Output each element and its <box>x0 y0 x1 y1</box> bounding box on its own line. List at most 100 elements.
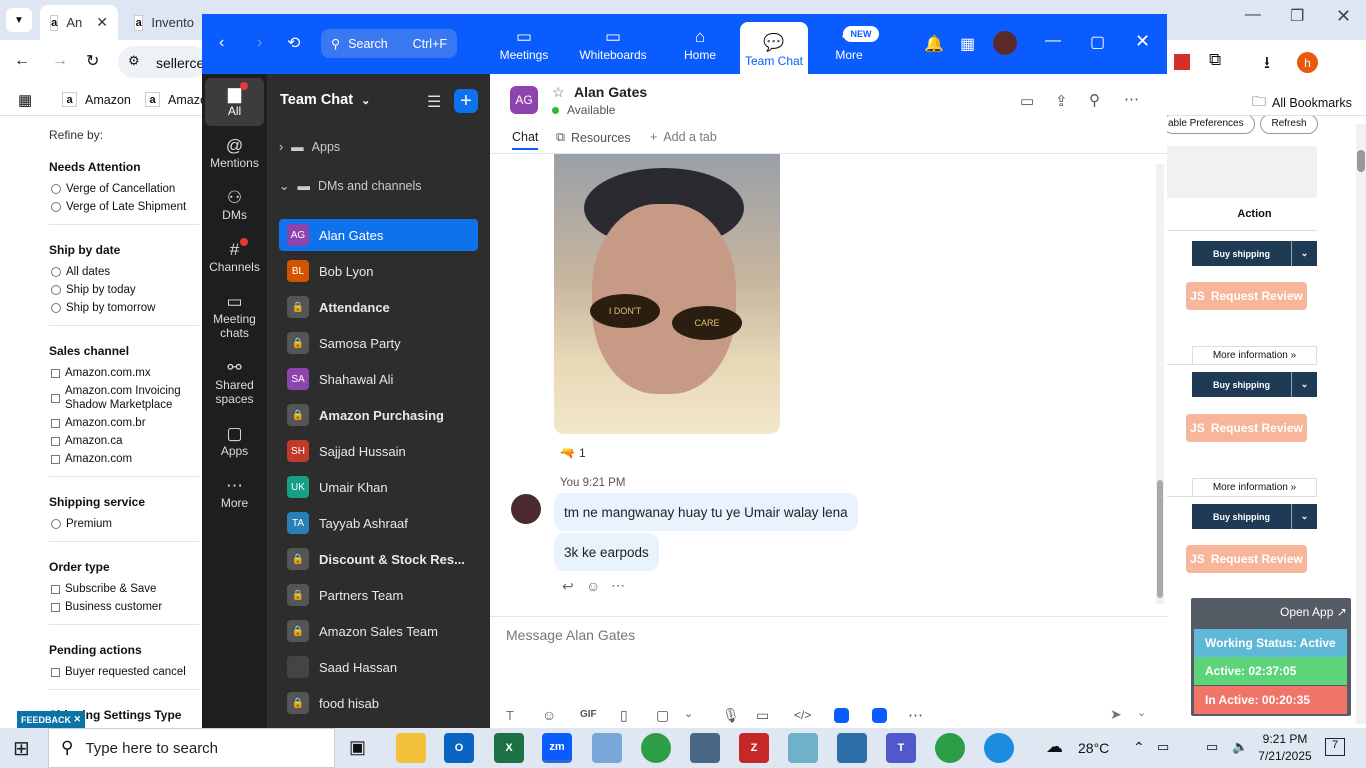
site-info-icon[interactable]: ⚙ <box>128 53 140 69</box>
checkbox[interactable] <box>51 436 60 446</box>
more-options-icon[interactable]: ⋯ <box>1124 90 1139 108</box>
close-tab-icon[interactable]: ✕ <box>96 14 108 31</box>
app-icon[interactable] <box>834 708 849 723</box>
tab-resources[interactable]: ⧉ Resources <box>556 130 631 145</box>
restore-window-icon[interactable]: ❐ <box>1290 6 1304 26</box>
notifications-bell-icon[interactable]: 🔔 <box>924 34 944 54</box>
feedback-button[interactable]: FEEDBACK ✕ <box>17 711 85 728</box>
rail-all[interactable]: ▆ All <box>205 78 264 126</box>
refine-option[interactable]: Ship by tomorrow <box>51 301 202 315</box>
contact-name[interactable]: Alan Gates <box>574 84 647 100</box>
more-information-button[interactable]: More information » <box>1192 346 1317 365</box>
calculator-icon[interactable] <box>690 733 720 763</box>
minimize-icon[interactable]: — <box>1045 32 1061 50</box>
checkbox[interactable] <box>51 584 60 594</box>
rail-more[interactable]: ⋯ More <box>205 476 264 510</box>
chrome-profile-icon[interactable] <box>935 733 965 763</box>
request-review-button[interactable]: JS Request Review <box>1186 282 1307 310</box>
screenshot-icon[interactable]: ▢ <box>656 707 669 724</box>
nav-meetings[interactable]: ▭ Meetings <box>494 14 554 74</box>
chevron-up-icon[interactable]: ⌃ <box>1133 739 1145 756</box>
app-icon[interactable] <box>837 733 867 763</box>
contact-list-item[interactable]: SH Sajjad Hussain <box>279 435 478 467</box>
checkbox[interactable] <box>51 602 60 612</box>
radio-button[interactable] <box>51 184 61 194</box>
rail-apps[interactable]: ▢ Apps <box>205 424 264 458</box>
more-actions-icon[interactable]: ⋯ <box>611 577 625 594</box>
emoji-icon[interactable]: ☺ <box>542 707 556 723</box>
refine-option[interactable]: Amazon.com <box>51 452 202 466</box>
buy-shipping-button[interactable]: Buy shipping ⌄ <box>1192 372 1317 397</box>
app-icon[interactable] <box>592 733 622 763</box>
history-icon[interactable]: ⟲ <box>287 33 300 53</box>
calendar-icon[interactable]: ▦ <box>960 34 975 54</box>
buy-shipping-button[interactable]: Buy shipping ⌄ <box>1192 241 1317 266</box>
refine-option[interactable]: Amazon.com.br <box>51 416 202 430</box>
refresh-button[interactable]: Refresh <box>1260 116 1318 134</box>
minimize-window-icon[interactable]: — <box>1245 6 1261 24</box>
gif-button[interactable]: GIF <box>580 709 597 720</box>
nav-home[interactable]: ⌂ Home <box>672 14 728 74</box>
chevron-down-icon[interactable]: ⌄ <box>1291 241 1317 266</box>
radio-button[interactable] <box>51 202 61 212</box>
checkbox[interactable] <box>51 393 60 403</box>
rail-mentions[interactable]: @ Mentions <box>205 136 264 170</box>
video-message-icon[interactable]: ▭ <box>756 707 769 724</box>
contact-list-item[interactable]: AG Alan Gates <box>279 219 478 251</box>
checkbox[interactable] <box>51 667 60 677</box>
reload-icon[interactable]: ↻ <box>86 51 99 71</box>
open-app-link[interactable]: Open App ↗ <box>1280 605 1347 619</box>
shared-image[interactable]: I DON'T CARE <box>554 154 780 434</box>
buy-shipping-button[interactable]: Buy shipping ⌄ <box>1192 504 1317 529</box>
refine-option[interactable]: Verge of Cancellation <box>51 182 202 196</box>
refine-option[interactable]: Amazon.com Invoicing Shadow Marketplace <box>51 384 202 412</box>
my-avatar[interactable] <box>511 494 541 524</box>
chat-scrollbar[interactable] <box>1156 164 1164 604</box>
excel-icon[interactable]: X <box>494 733 524 763</box>
chevron-down-icon[interactable]: ⌄ <box>1291 504 1317 529</box>
refine-option[interactable]: Verge of Late Shipment <box>51 200 202 214</box>
download-icon[interactable]: ⭳ <box>1264 50 1270 79</box>
volume-icon[interactable]: 🔈 <box>1232 739 1248 755</box>
search-icon[interactable]: ⚲ <box>1089 91 1100 109</box>
clock[interactable]: 9:21 PM 7/21/2025 <box>1255 731 1315 765</box>
tab-chat[interactable]: Chat <box>512 130 539 150</box>
contact-list-item[interactable]: 🔒 Samosa Party <box>279 327 478 359</box>
extensions-icon[interactable]: ⧉ <box>1209 50 1221 70</box>
close-icon[interactable]: ✕ <box>1135 31 1150 52</box>
contact-list-item[interactable]: 🔒 food hisab <box>279 687 478 719</box>
contact-list-item[interactable]: UK Umair Khan <box>279 471 478 503</box>
back-icon[interactable]: ← <box>14 52 30 70</box>
chrome-icon[interactable] <box>641 733 671 763</box>
star-icon[interactable]: ☆ <box>552 84 565 101</box>
contact-list-item[interactable]: 🔒 Partners Team <box>279 579 478 611</box>
rail-channels[interactable]: # Channels <box>205 240 264 274</box>
message-input[interactable]: Message Alan Gates <box>506 627 1106 651</box>
zoom-app-icon[interactable]: zm <box>542 733 572 763</box>
radio-button[interactable] <box>51 303 61 313</box>
nav-whiteboards[interactable]: ▭ Whiteboards <box>572 14 654 74</box>
back-arrow-icon[interactable]: ‹ <box>219 34 224 52</box>
browser-tab-amazon[interactable]: a An ✕ <box>40 5 118 40</box>
reaction-chip[interactable]: 🔫 1 <box>560 446 586 460</box>
apps-grid-icon[interactable]: ▦ <box>18 91 32 109</box>
nav-more[interactable]: ⋯More <box>828 14 870 74</box>
contact-list-item[interactable]: TA Tayyab Ashraaf <box>279 507 478 539</box>
send-options-icon[interactable]: ⌄ <box>1137 706 1146 719</box>
url-field[interactable]: ⚙ sellerce <box>118 46 208 78</box>
send-icon[interactable]: ➤ <box>1110 706 1122 723</box>
refine-option[interactable]: Amazon.com.mx <box>51 366 202 380</box>
refine-option[interactable]: All dates <box>51 265 202 279</box>
windows-start-icon[interactable]: ⊞ <box>13 736 30 761</box>
filter-icon[interactable]: ☰ <box>427 92 441 112</box>
app-icon[interactable] <box>872 708 887 723</box>
refine-option[interactable]: Subscribe & Save <box>51 582 202 596</box>
contact-list-item[interactable]: SA Shahawal Ali <box>279 363 478 395</box>
scrollbar-thumb[interactable] <box>1357 150 1365 172</box>
tab-search-chevron-icon[interactable]: ▼ <box>6 8 32 32</box>
profile-avatar[interactable]: h <box>1297 52 1318 73</box>
outlook-icon[interactable]: O <box>444 733 474 763</box>
pdf-extension-icon[interactable] <box>1174 54 1190 70</box>
file-explorer-icon[interactable] <box>396 733 426 763</box>
scrollbar-thumb[interactable] <box>1157 480 1163 598</box>
